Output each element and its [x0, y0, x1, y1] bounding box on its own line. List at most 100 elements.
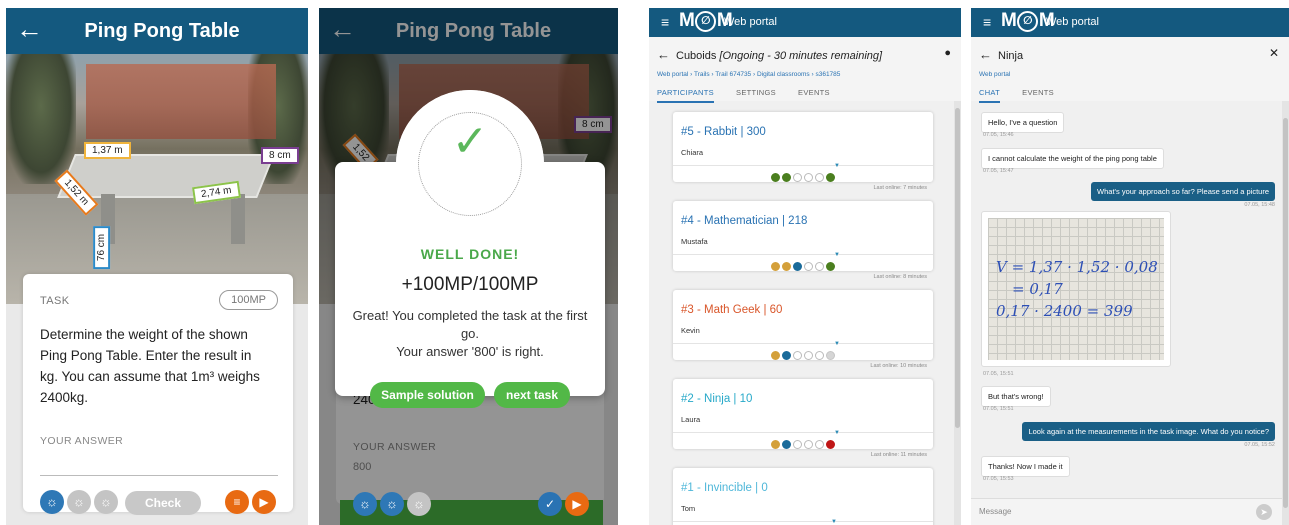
participant-card[interactable]: #2 - Ninja | 10 Laura ▼	[673, 379, 933, 450]
tab-participants[interactable]: PARTICIPANTS	[657, 88, 714, 103]
tab-bar: PARTICIPANTS SETTINGS EVENTS	[657, 88, 850, 103]
chat-image-message[interactable]: V = 1,37 · 1,52 · 0,08 = 0,17 0,17 · 240…	[981, 211, 1171, 367]
app-header: ← Ping Pong Table	[6, 8, 308, 54]
progress-dot	[826, 351, 835, 361]
trail-status: [Ongoing - 30 minutes remaining]	[719, 50, 883, 62]
progress-dot	[826, 440, 835, 450]
card-divider	[673, 254, 933, 255]
participant-card[interactable]: #1 - Invincible | 0 Tom ▼	[673, 468, 933, 525]
well-done-heading: WELL DONE!	[420, 246, 520, 262]
message-input[interactable]: Message	[979, 507, 1011, 516]
tab-events[interactable]: EVENTS	[798, 88, 830, 101]
breadcrumb[interactable]: Web portal › Trails › Trail 674735 › Dig…	[657, 71, 840, 78]
hint-bulb-icon[interactable]: ☼	[380, 492, 404, 516]
next-task-button[interactable]: next task	[494, 382, 570, 408]
answer-label: YOUR ANSWER	[40, 435, 124, 447]
logo-mark-icon: ∅	[694, 11, 716, 32]
last-online-text: Last online: 8 minutes	[873, 274, 927, 280]
participant-card[interactable]: #4 - Mathematician | 218 Mustafa ▼	[673, 201, 933, 272]
tab-events[interactable]: EVENTS	[1022, 88, 1054, 101]
sample-solution-button[interactable]: Sample solution	[370, 382, 485, 408]
message-composer: Message ➤	[971, 498, 1282, 525]
handwriting-line: 0,17 · 2400 = 399	[996, 302, 1133, 320]
points-badge: 100MP	[219, 290, 278, 310]
chat-partner-name: Ninja	[998, 50, 1024, 62]
send-icon[interactable]: ➤	[1256, 504, 1272, 520]
progress-dot	[804, 351, 813, 361]
progress-dot	[793, 440, 802, 450]
ping-pong-table-shape	[57, 154, 275, 198]
hint-bulb-icon[interactable]: ☼	[40, 490, 64, 514]
chat-message-in: I cannot calculate the weight of the pin…	[981, 148, 1164, 169]
participant-title: #4 - Mathematician | 218	[681, 215, 808, 227]
progress-dot	[804, 440, 813, 450]
chat-message-out: What's your approach so far? Please send…	[1091, 182, 1275, 201]
portal-header: ≡ M ∅ M Web portal	[971, 8, 1289, 37]
check-done-icon[interactable]: ✓	[538, 492, 562, 516]
tab-chat[interactable]: CHAT	[979, 88, 1001, 103]
card-divider	[673, 521, 933, 522]
chat-message-in: Hello, I've a question	[981, 112, 1065, 133]
task-toolbar: ☼ ☼ ☼ ✓ ▶	[319, 492, 618, 522]
page-title: Ping Pong Table	[84, 20, 240, 42]
progress-dot	[782, 351, 791, 361]
progress-dot	[804, 173, 813, 183]
building-decoration	[86, 64, 276, 139]
success-message: Great! You completed the task at the fir…	[350, 307, 590, 361]
portal-chat: ≡ M ∅ M Web portal ← Ninja ✕ Web portal CHA…	[971, 8, 1289, 525]
participant-name: Tom	[681, 504, 696, 513]
progress-dot	[815, 262, 824, 272]
progress-dots	[763, 258, 843, 276]
progress-dot	[793, 262, 802, 272]
participant-card[interactable]: #3 - Math Geek | 60 Kevin ▼	[673, 290, 933, 361]
success-message-line: Your answer '800' is right.	[396, 344, 544, 359]
tab-bar: CHAT EVENTS	[979, 88, 1074, 103]
table-leg-shape	[231, 194, 245, 244]
card-divider	[673, 165, 933, 166]
logo-mark-icon: ∅	[1016, 11, 1038, 32]
participant-title: #5 - Rabbit | 300	[681, 126, 766, 138]
progress-dot	[804, 262, 813, 272]
task-screen: ← Ping Pong Table 1,37 m 8 cm 1,52 m 2,7…	[6, 8, 308, 525]
tab-settings[interactable]: SETTINGS	[736, 88, 776, 101]
check-button[interactable]: Check	[125, 491, 201, 515]
skip-icon[interactable]: ▶	[252, 490, 276, 514]
participant-card[interactable]: #5 - Rabbit | 300 Chiara ▼	[673, 112, 933, 183]
skip-icon[interactable]: ▶	[565, 492, 589, 516]
menu-icon[interactable]: ≡	[983, 14, 991, 30]
back-arrow-icon[interactable]: ←	[979, 47, 992, 62]
scrollbar-thumb[interactable]	[955, 108, 960, 428]
success-message-line: Great! You completed the task at the fir…	[352, 308, 588, 341]
progress-dot	[793, 173, 802, 183]
answer-input[interactable]	[40, 475, 278, 476]
progress-dots	[763, 347, 843, 365]
progress-dot	[793, 351, 802, 361]
breadcrumb[interactable]: Web portal	[979, 71, 1010, 78]
close-icon[interactable]: ✕	[1269, 46, 1279, 60]
hint-bulb-icon[interactable]: ☼	[67, 490, 91, 514]
hint-bulb-icon[interactable]: ☼	[353, 492, 377, 516]
last-online-text: Last online: 10 minutes	[870, 363, 927, 369]
hint-bulb-icon[interactable]: ☼	[407, 492, 431, 516]
participant-title: #3 - Math Geek | 60	[681, 304, 783, 316]
trail-title: Cuboids	[676, 50, 717, 62]
page-header: ← Cuboids [Ongoing - 30 minutes remaining…	[649, 37, 961, 103]
measurement-label: 76 cm	[93, 225, 111, 270]
participant-name: Chiara	[681, 148, 704, 157]
progress-dot	[771, 440, 780, 450]
progress-dot	[815, 173, 824, 183]
progress-dot	[771, 173, 780, 183]
list-icon[interactable]: ≡	[225, 490, 249, 514]
hint-bulb-icon[interactable]: ☼	[94, 490, 118, 514]
message-timestamp: 07.05, 15:51	[983, 406, 1014, 412]
task-image: 1,37 m 8 cm 1,52 m 2,74 m 76 cm	[6, 54, 308, 304]
scrollbar-thumb[interactable]	[1283, 118, 1288, 508]
back-arrow-icon[interactable]: ←	[657, 47, 670, 62]
success-modal: ✓ WELL DONE! +100MP/100MP Great! You com…	[335, 90, 605, 396]
participant-name: Mustafa	[681, 237, 708, 246]
chat-bubble-icon[interactable]: ●	[944, 47, 951, 59]
task-description: Determine the weight of the shown Ping P…	[40, 327, 260, 405]
message-timestamp: 07.05, 15:48	[1244, 202, 1275, 208]
menu-icon[interactable]: ≡	[661, 14, 669, 30]
score-text: +100MP/100MP	[401, 274, 539, 295]
